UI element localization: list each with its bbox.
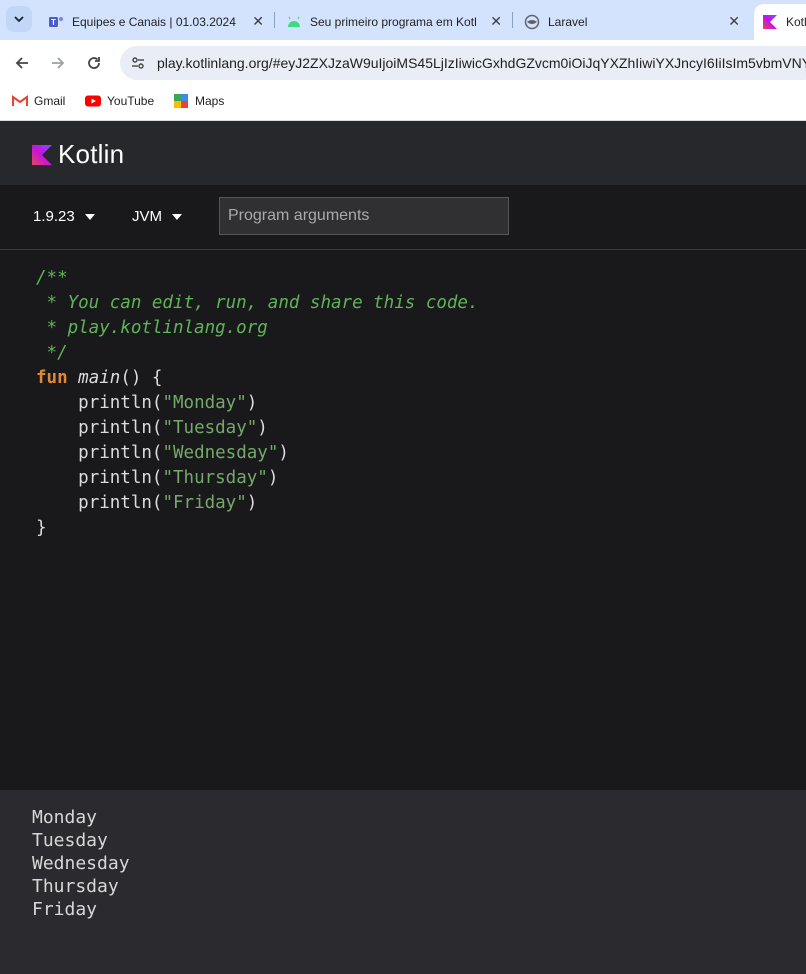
output-line: Tuesday: [32, 830, 108, 851]
version-dropdown[interactable]: 1.9.23: [33, 208, 95, 225]
tab-title: Equipes e Canais | 01.03.2024 -: [72, 15, 236, 29]
arrow-right-icon: [52, 57, 65, 69]
code-line: println("Wednesday"): [78, 443, 289, 463]
output-line: Monday: [32, 807, 98, 828]
program-arguments-input[interactable]: [219, 197, 509, 235]
code-line: println("Friday"): [78, 493, 258, 513]
tab-search-button[interactable]: [6, 6, 32, 32]
code-line: /**: [36, 268, 68, 288]
site-settings-icon[interactable]: [130, 55, 146, 76]
android-icon: [286, 14, 302, 30]
output-panel: Monday Tuesday Wednesday Thursday Friday: [0, 790, 806, 974]
kotlin-logo[interactable]: Kotlin: [32, 139, 124, 170]
kotlin-icon: [762, 14, 778, 30]
version-label: 1.9.23: [33, 208, 75, 225]
browser-tab-bar: T Equipes e Canais | 01.03.2024 - ✕ Seu …: [0, 0, 806, 40]
caret-down-icon: [172, 213, 182, 220]
code-line: println("Monday"): [78, 393, 258, 413]
bookmarks-bar: Gmail YouTube Maps: [0, 86, 806, 121]
close-icon[interactable]: ✕: [252, 13, 264, 30]
tab-kotlin-playground[interactable]: Kotl: [754, 4, 806, 40]
code-line: println("Thursday"): [78, 468, 279, 488]
output-line: Wednesday: [32, 853, 130, 874]
bookmark-youtube[interactable]: YouTube: [85, 94, 154, 108]
globe-icon: [524, 14, 540, 30]
tab-divider: [512, 12, 513, 28]
browser-toolbar: play.kotlinlang.org/#eyJ2ZXJzaW9uIjoiMS4…: [0, 40, 806, 86]
close-icon[interactable]: ✕: [728, 13, 740, 30]
code-editor[interactable]: /** * You can edit, run, and share this …: [0, 250, 806, 790]
teams-icon: T: [48, 14, 64, 30]
output-line: Thursday: [32, 876, 119, 897]
url-text[interactable]: play.kotlinlang.org/#eyJ2ZXJzaW9uIjoiMS4…: [157, 55, 806, 71]
maps-icon: [173, 94, 189, 108]
code-line: */: [36, 343, 68, 363]
tab-title: Laravel: [548, 15, 588, 29]
reload-button[interactable]: [82, 51, 106, 75]
target-label: JVM: [132, 208, 162, 225]
kotlin-logo-icon: [32, 144, 52, 165]
tab-title: Kotl: [786, 15, 806, 29]
caret-down-icon: [84, 213, 95, 220]
kotlin-header: Kotlin: [0, 121, 806, 185]
reload-icon: [88, 57, 100, 69]
address-bar[interactable]: play.kotlinlang.org/#eyJ2ZXJzaW9uIjoiMS4…: [120, 46, 806, 80]
code-line: fun main() {: [36, 368, 163, 388]
svg-text:T: T: [51, 18, 56, 27]
target-dropdown[interactable]: JVM: [132, 208, 182, 225]
playground-controls: 1.9.23 JVM: [0, 185, 806, 250]
tab-kotlin-android[interactable]: Seu primeiro programa em Kotl ✕: [286, 4, 508, 40]
output-line: Friday: [32, 899, 98, 920]
bookmark-maps[interactable]: Maps: [173, 94, 224, 108]
tab-teams[interactable]: T Equipes e Canais | 01.03.2024 - ✕: [48, 4, 270, 40]
code-line: * You can edit, run, and share this code…: [36, 293, 479, 313]
bookmark-label: YouTube: [107, 94, 155, 108]
code-line: }: [36, 518, 47, 538]
bookmark-label: Gmail: [34, 94, 66, 108]
youtube-icon: [85, 94, 101, 108]
tab-divider: [274, 12, 275, 28]
close-icon[interactable]: ✕: [490, 13, 502, 30]
chevron-down-icon: [14, 16, 24, 23]
back-button[interactable]: [10, 51, 34, 75]
logo-text: Kotlin: [58, 139, 125, 169]
gmail-icon: [12, 94, 28, 108]
tab-title: Seu primeiro programa em Kotl: [310, 15, 476, 29]
bookmark-label: Maps: [195, 94, 225, 108]
code-line: println("Tuesday"): [78, 418, 268, 438]
forward-button[interactable]: [46, 51, 70, 75]
tab-laravel[interactable]: Laravel ✕: [524, 4, 746, 40]
bookmark-gmail[interactable]: Gmail: [12, 94, 65, 108]
arrow-left-icon: [15, 57, 28, 69]
code-line: * play.kotlinlang.org: [36, 318, 268, 338]
